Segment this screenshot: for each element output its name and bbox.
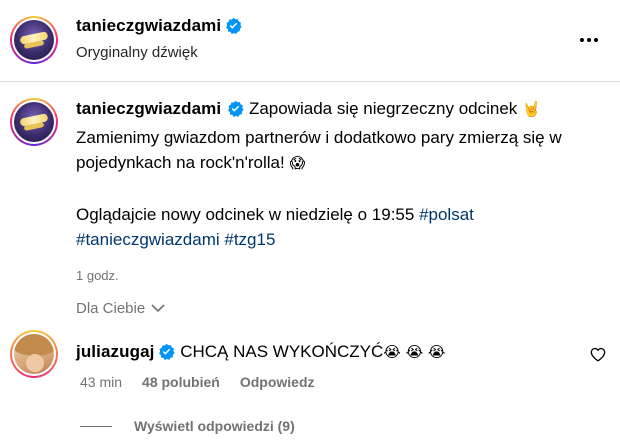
comment-timestamp[interactable]: 43 min bbox=[80, 374, 122, 390]
caption-line-3: pojedynkach na rock'n'rolla! bbox=[76, 153, 285, 172]
view-replies-label: Wyświetl odpowiedzi (9) bbox=[134, 418, 295, 434]
post-username[interactable]: tanieczgwiazdami bbox=[76, 16, 221, 35]
tanieczgwiazdami-avatar[interactable] bbox=[10, 16, 58, 64]
caption-username[interactable]: tanieczgwiazdami bbox=[76, 99, 221, 118]
caption-avatar[interactable] bbox=[10, 98, 58, 146]
replies-divider bbox=[80, 425, 112, 427]
comments-filter-dropdown[interactable]: Dla Ciebie bbox=[76, 300, 165, 317]
comment-text: CHCĄ NAS WYKOŃCZYĆ bbox=[180, 342, 384, 361]
verified-badge-icon bbox=[225, 17, 242, 39]
post-caption: tanieczgwiazdami Zapowiada się niegrzecz… bbox=[76, 96, 606, 288]
comment-meta: 43 min 48 polubień Odpowiedz bbox=[80, 374, 315, 390]
hashtag-tanieczgwiazdami[interactable]: #tanieczgwiazdami bbox=[76, 230, 220, 249]
view-replies-button[interactable]: Wyświetl odpowiedzi (9) bbox=[80, 418, 295, 434]
reply-button[interactable]: Odpowiedz bbox=[240, 374, 315, 390]
audio-label[interactable]: Oryginalny dźwięk bbox=[76, 44, 198, 61]
hashtag-tzg15[interactable]: #tzg15 bbox=[224, 230, 275, 249]
more-options-icon[interactable] bbox=[576, 30, 602, 50]
chevron-down-icon bbox=[151, 300, 165, 317]
like-heart-icon[interactable] bbox=[590, 347, 606, 367]
comment-likes[interactable]: 48 polubień bbox=[142, 374, 220, 390]
verified-badge-icon bbox=[227, 99, 244, 125]
post-header: tanieczgwiazdami Oryginalny dźwięk bbox=[0, 0, 620, 82]
verified-badge-icon bbox=[158, 343, 176, 365]
hashtag-polsat[interactable]: #polsat bbox=[419, 205, 474, 224]
caption-line-4: Oglądajcie nowy odcinek w niedzielę o 19… bbox=[76, 204, 415, 224]
caption-line-2: Zamienimy gwiazdom partnerów i dodatkowo… bbox=[76, 127, 562, 147]
comment-username[interactable]: juliazugaj bbox=[76, 342, 154, 361]
juliazugaj-avatar[interactable] bbox=[10, 330, 58, 378]
filter-label: Dla Ciebie bbox=[76, 300, 146, 317]
scream-emoji-icon: 😱 bbox=[289, 154, 306, 172]
horns-emoji-icon: 🤘 bbox=[522, 100, 541, 118]
crying-emoji-icon: 😭 😭 😭 bbox=[383, 343, 446, 361]
caption-line-1: Zapowiada się niegrzeczny odcinek bbox=[248, 99, 518, 118]
caption-timestamp[interactable]: 1 godz. bbox=[76, 263, 606, 289]
